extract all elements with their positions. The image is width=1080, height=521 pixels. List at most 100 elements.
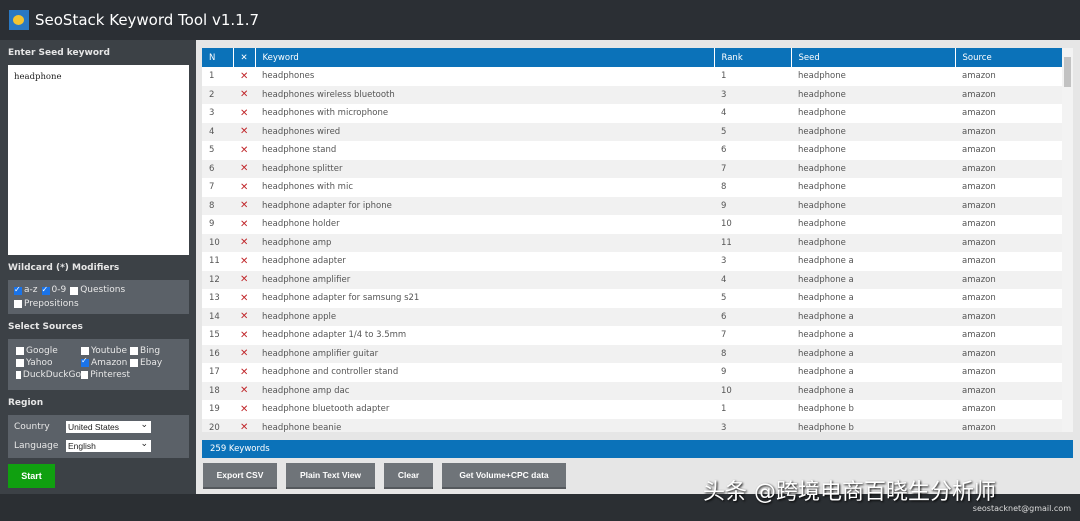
table-scrollbar[interactable] <box>1062 48 1073 432</box>
column-header[interactable]: Keyword <box>255 48 715 67</box>
table-row[interactable]: 3 ✕ headphones with microphone 4 headphone am… <box>202 104 1062 123</box>
table-row[interactable]: 1 ✕ headphones 1 headphone amazon <box>202 67 1062 86</box>
rank-cell: 5 <box>721 293 727 304</box>
country-select[interactable]: United States <box>66 418 151 433</box>
delete-row-icon[interactable]: ✕ <box>233 381 255 400</box>
delete-row-icon[interactable]: ✕ <box>233 159 255 178</box>
delete-row-icon[interactable]: ✕ <box>233 141 255 160</box>
row-number: 20 <box>202 418 233 432</box>
checkbox-label: Yahoo <box>26 358 53 368</box>
delete-row-icon[interactable]: ✕ <box>233 178 255 197</box>
source-bing[interactable]: Bing <box>130 346 180 356</box>
checkbox[interactable] <box>70 286 79 295</box>
source-pinterest[interactable]: Pinterest <box>81 370 130 380</box>
modifier-0-9[interactable]: 0-9 <box>41 284 66 296</box>
delete-row-icon[interactable]: ✕ <box>233 418 255 432</box>
delete-row-icon[interactable]: ✕ <box>233 233 255 252</box>
column-header[interactable]: ✕ <box>233 48 256 67</box>
delete-row-icon[interactable]: ✕ <box>233 307 255 326</box>
table-row[interactable]: 11 ✕ headphone adapter 3 headphone a amazon <box>202 252 1062 271</box>
keyword-cell: headphone holder <box>262 219 340 230</box>
table-row[interactable]: 7 ✕ headphones with mic 8 headphone amazon <box>202 178 1062 197</box>
delete-row-icon[interactable]: ✕ <box>233 363 255 382</box>
delete-row-icon[interactable]: ✕ <box>233 215 255 234</box>
seed-cell: headphone <box>791 122 955 141</box>
keyword-cell: headphones with mic <box>262 182 354 193</box>
checkbox[interactable] <box>14 300 22 308</box>
source-google[interactable]: Google <box>16 346 81 356</box>
plain-text-view-button[interactable]: Plain Text View <box>286 463 375 489</box>
modifier-questions[interactable]: Questions <box>70 285 125 296</box>
table-row[interactable]: 18 ✕ headphone amp dac 10 headphone a amazon <box>202 381 1062 400</box>
delete-row-icon[interactable]: ✕ <box>233 122 255 141</box>
table-row[interactable]: 19 ✕ headphone bluetooth adapter 1 headphone… <box>202 400 1062 419</box>
column-header[interactable]: Seed <box>791 48 956 67</box>
delete-row-icon[interactable]: ✕ <box>233 67 255 86</box>
delete-row-icon[interactable]: ✕ <box>233 270 255 289</box>
row-number: 18 <box>202 381 233 400</box>
checkbox[interactable] <box>41 284 50 295</box>
checkbox[interactable] <box>16 359 24 367</box>
export-csv-button[interactable]: Export CSV <box>203 463 277 489</box>
table-row[interactable]: 14 ✕ headphone apple 6 headphone a amazon <box>202 307 1062 326</box>
checkbox[interactable] <box>130 359 138 367</box>
checkbox[interactable] <box>81 356 89 367</box>
delete-row-icon[interactable]: ✕ <box>233 344 255 363</box>
column-header[interactable]: N <box>202 48 234 67</box>
delete-row-icon[interactable]: ✕ <box>233 104 255 123</box>
checkbox[interactable] <box>14 284 22 295</box>
row-number: 11 <box>209 256 220 267</box>
source-yahoo[interactable]: Yahoo <box>16 358 81 368</box>
start-button[interactable]: Start <box>8 464 55 488</box>
checkbox[interactable] <box>81 371 89 379</box>
delete-row-icon[interactable]: ✕ <box>233 252 255 271</box>
seed-cell: headphone a <box>798 293 854 304</box>
table-row[interactable]: 12 ✕ headphone amplifier 4 headphone a amazon <box>202 270 1062 289</box>
row-number: 3 <box>209 108 215 119</box>
table-row[interactable]: 6 ✕ headphone splitter 7 headphone amazon <box>202 159 1062 178</box>
seed-keyword-input[interactable] <box>8 65 189 255</box>
delete-row-icon[interactable]: ✕ <box>233 400 255 419</box>
table-row[interactable]: 8 ✕ headphone adapter for iphone 9 headphone… <box>202 196 1062 215</box>
modifier-prepositions[interactable]: Prepositions <box>14 299 79 310</box>
column-header[interactable]: Source <box>955 48 1063 67</box>
keyword-cell: headphone and controller stand <box>262 367 399 378</box>
delete-row-icon[interactable]: ✕ <box>233 85 255 104</box>
keyword-cell: headphone adapter <box>262 256 346 267</box>
table-row[interactable]: 9 ✕ headphone holder 10 headphone amazon <box>202 215 1062 234</box>
table-row[interactable]: 20 ✕ headphone beanie 3 headphone b amazon <box>202 418 1062 432</box>
source-youtube[interactable]: Youtube <box>81 346 130 356</box>
scrollbar-thumb[interactable] <box>1064 57 1071 87</box>
checkbox[interactable] <box>81 347 89 355</box>
source-cell: amazon <box>955 344 1062 363</box>
source-ebay[interactable]: Ebay <box>130 358 180 368</box>
source-cell: amazon <box>955 122 1062 141</box>
checkbox[interactable] <box>130 347 138 355</box>
modifier-a-z[interactable]: a-z <box>14 284 38 296</box>
table-row[interactable]: 16 ✕ headphone amplifier guitar 8 headphone … <box>202 344 1062 363</box>
keyword-cell: headphone adapter for iphone <box>255 196 714 215</box>
delete-row-icon[interactable]: ✕ <box>233 326 255 345</box>
source-amazon[interactable]: Amazon <box>81 356 130 368</box>
rank-cell: 8 <box>721 182 727 193</box>
checkbox[interactable] <box>16 371 21 379</box>
table-row[interactable]: 15 ✕ headphone adapter 1/4 to 3.5mm 7 headph… <box>202 326 1062 345</box>
table-row[interactable]: 17 ✕ headphone and controller stand 9 headph… <box>202 363 1062 382</box>
delete-row-icon[interactable]: ✕ <box>233 289 255 308</box>
source-duckduckgo[interactable]: DuckDuckGo <box>16 370 81 380</box>
table-row[interactable]: 2 ✕ headphones wireless bluetooth 3 headphon… <box>202 85 1062 104</box>
table-row[interactable]: 13 ✕ headphone adapter for samsung s21 5 hea… <box>202 289 1062 308</box>
rank-cell: 7 <box>721 330 727 341</box>
rank-cell: 5 <box>714 122 791 141</box>
language-select[interactable]: English <box>66 437 151 452</box>
delete-row-icon[interactable]: ✕ <box>233 196 255 215</box>
row-number: 8 <box>202 196 233 215</box>
table-row[interactable]: 10 ✕ headphone amp 11 headphone amazon <box>202 233 1062 252</box>
get-volume-cpc-button[interactable]: Get Volume+CPC data <box>442 463 566 489</box>
table-row[interactable]: 4 ✕ headphones wired 5 headphone amazon <box>202 122 1062 141</box>
checkbox[interactable] <box>16 347 24 355</box>
column-header[interactable]: Rank <box>714 48 792 67</box>
table-row[interactable]: 5 ✕ headphone stand 6 headphone amazon <box>202 141 1062 160</box>
clear-button[interactable]: Clear <box>384 463 433 489</box>
seed-cell: headphone b <box>798 404 854 415</box>
